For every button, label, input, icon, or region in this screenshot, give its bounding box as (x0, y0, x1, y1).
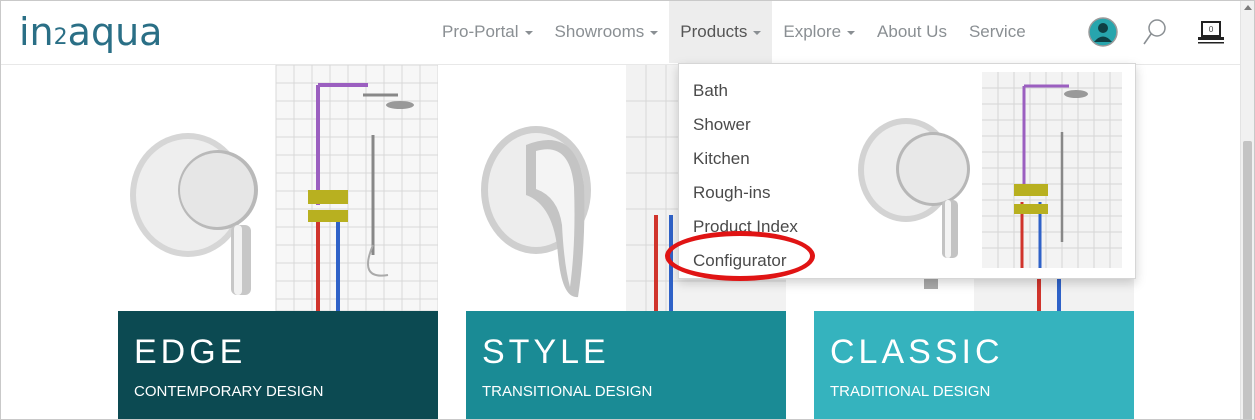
product-subtitle: TRANSITIONAL DESIGN (482, 383, 653, 400)
in2aqua-logo[interactable]: in2aqua (19, 10, 162, 54)
nav-label: Pro-Portal (442, 22, 519, 41)
laptop-cart-icon: 0 (1198, 21, 1224, 44)
product-subtitle: CONTEMPORARY DESIGN (134, 383, 324, 400)
dropdown-promo-image (844, 72, 1122, 268)
menu-item-product-index[interactable]: Product Index (693, 210, 798, 244)
vertical-scrollbar[interactable] (1240, 1, 1254, 419)
nav-service[interactable]: Service (958, 1, 1037, 63)
search-icon (1143, 19, 1166, 45)
browser-viewport: in2aqua Pro-Portal Showrooms Products Ex… (0, 0, 1255, 420)
nav-about-us[interactable]: About Us (866, 1, 958, 63)
cart-count: 0 (1208, 25, 1213, 34)
logo-text-post: aqua (67, 10, 163, 54)
menu-item-rough-ins[interactable]: Rough-ins (693, 176, 798, 210)
products-dropdown: Bath Shower Kitchen Rough-ins Product In… (678, 63, 1136, 279)
logo-text-num: 2 (53, 25, 68, 50)
product-title: EDGE (134, 333, 247, 371)
product-image-edge (118, 65, 438, 312)
user-avatar-icon (1088, 17, 1118, 47)
cart-button[interactable]: 0 (1191, 1, 1231, 63)
nav-label: Service (968, 22, 1026, 41)
caret-down-icon (524, 31, 533, 35)
caret-down-icon (650, 31, 659, 35)
nav-label: Explore (783, 22, 842, 41)
site-header: in2aqua Pro-Portal Showrooms Products Ex… (1, 1, 1241, 65)
scroll-thumb[interactable] (1243, 141, 1252, 419)
logo-text-pre: in (19, 10, 54, 54)
account-button[interactable] (1083, 1, 1123, 63)
caret-down-icon (847, 31, 856, 35)
menu-item-configurator[interactable]: Configurator (693, 244, 798, 278)
scroll-up-arrow-icon[interactable] (1244, 5, 1252, 10)
product-title: CLASSIC (830, 333, 1004, 371)
caret-down-icon (753, 31, 762, 35)
menu-item-bath[interactable]: Bath (693, 74, 798, 108)
nav-label: Showrooms (554, 22, 645, 41)
product-band-style: STYLE TRANSITIONAL DESIGN (466, 311, 786, 419)
product-band-classic: CLASSIC TRADITIONAL DESIGN (814, 311, 1134, 419)
product-title: STYLE (482, 333, 610, 371)
product-card-edge[interactable]: EDGE CONTEMPORARY DESIGN (118, 65, 438, 419)
nav-products[interactable]: Products (669, 1, 773, 63)
menu-item-kitchen[interactable]: Kitchen (693, 142, 798, 176)
nav-label: Products (680, 22, 748, 41)
nav-explore[interactable]: Explore (772, 1, 866, 63)
main-nav: Pro-Portal Showrooms Products Explore Ab… (431, 1, 1037, 63)
product-subtitle: TRADITIONAL DESIGN (830, 383, 991, 400)
menu-item-shower[interactable]: Shower (693, 108, 798, 142)
products-menu: Bath Shower Kitchen Rough-ins Product In… (693, 74, 798, 278)
nav-showrooms[interactable]: Showrooms (544, 1, 670, 63)
nav-pro-portal[interactable]: Pro-Portal (431, 1, 544, 63)
nav-label: About Us (877, 22, 947, 41)
product-band-edge: EDGE CONTEMPORARY DESIGN (118, 311, 438, 419)
search-button[interactable] (1137, 1, 1173, 63)
